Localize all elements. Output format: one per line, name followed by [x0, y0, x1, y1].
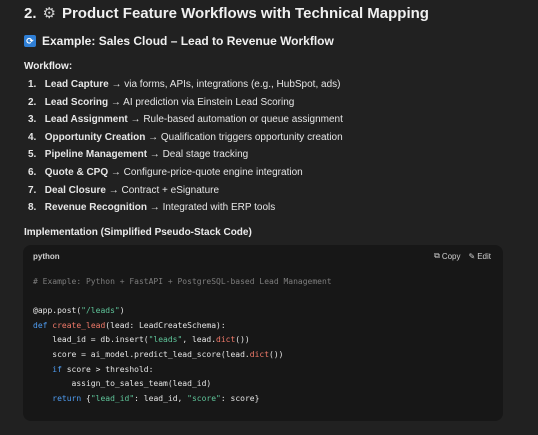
section-number: 2. — [24, 4, 37, 22]
workflow-step: 1. Lead Capture → via forms, APIs, integ… — [28, 79, 341, 90]
workflow-step: 7. Deal Closure → Contract + eSignature — [28, 184, 220, 196]
workflow-step: 4. Opportunity Creation → Qualification … — [28, 131, 343, 143]
pencil-icon: ✎ — [468, 251, 476, 261]
workflow-step: 3. Lead Assignment → Rule-based automati… — [28, 114, 343, 126]
code-language: python — [33, 251, 60, 261]
copy-icon: ⧉ — [434, 251, 440, 260]
code-line: assign_to_sales_team(lead_id) — [33, 379, 212, 389]
example-title: Example: Sales Cloud – Lead to Revenue W… — [42, 34, 334, 48]
workflow-step: 6. Quote & CPQ → Configure-price-quote e… — [28, 166, 303, 178]
code-comment: # Example: Python + FastAPI + PostgreSQL… — [33, 277, 332, 286]
code-line: score = ai_model.predict_lead_score(lead… — [33, 349, 284, 359]
gear-icon: ⚙ — [42, 5, 56, 22]
code-line: if score > threshold: — [52, 364, 154, 374]
section-heading: 2. ⚙ Product Feature Workflows with Tech… — [24, 4, 429, 23]
workflow-heading: Workflow: — [24, 61, 73, 72]
code-def: def create_lead(lead: LeadCreateSchema): — [33, 320, 226, 330]
section-title: Product Feature Workflows with Technical… — [61, 4, 429, 22]
edit-button[interactable]: ✎ Edit — [469, 251, 492, 261]
code-line: return {"lead_id": lead_id, "score": sco… — [52, 393, 260, 403]
workflow-step: 2. Lead Scoring → AI prediction via Eins… — [28, 96, 295, 108]
code-actions: ⧉ Copy ✎ Edit — [434, 251, 491, 261]
copy-button[interactable]: ⧉ Copy — [434, 251, 460, 261]
implementation-heading: Implementation (Simplified Pseudo-Stack … — [24, 227, 252, 238]
workflow-steps: 1. Lead Capture → via forms, APIs, integ… — [28, 76, 343, 217]
workflow-step: 5. Pipeline Management → Deal stage trac… — [28, 149, 249, 161]
code-decorator: @app.post("/leads") — [33, 306, 125, 316]
code-block: python ⧉ Copy ✎ Edit # Example: Python +… — [23, 245, 503, 421]
code-content[interactable]: # Example: Python + FastAPI + PostgreSQL… — [23, 267, 503, 406]
example-heading: ⟳ Example: Sales Cloud – Lead to Revenue… — [24, 34, 334, 48]
cycle-icon: ⟳ — [24, 35, 36, 47]
code-line: lead_id = db.insert("leads", lead.dict()… — [33, 335, 250, 345]
workflow-step: 8. Revenue Recognition → Integrated with… — [28, 202, 276, 214]
code-header: python ⧉ Copy ✎ Edit — [23, 245, 503, 267]
